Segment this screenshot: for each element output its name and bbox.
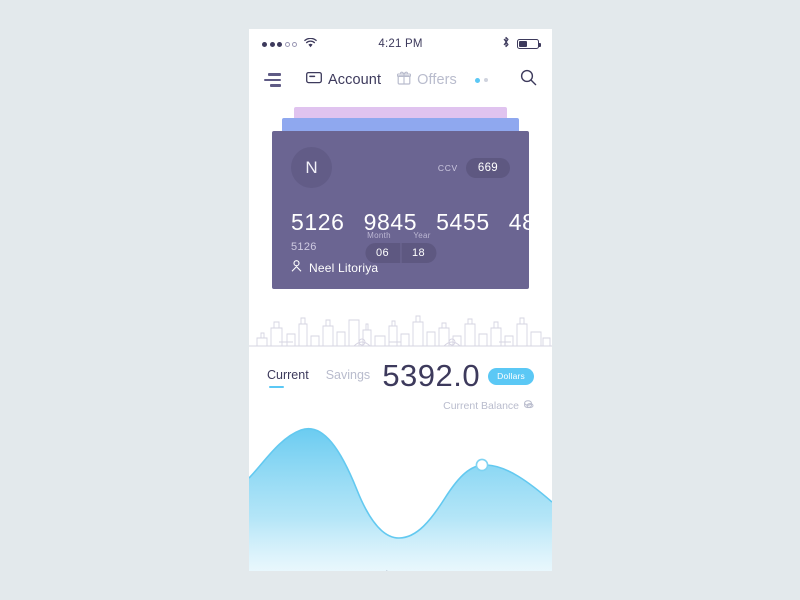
month-label-oct[interactable]: Oct	[503, 569, 519, 571]
nav-pager	[474, 77, 489, 83]
balance-caption-label: Current Balance	[443, 400, 519, 412]
balance-chart[interactable]: May Jun July Aug Sep Oct	[249, 416, 552, 571]
card-number-group-1: 5126	[291, 209, 345, 235]
card-icon	[306, 71, 322, 89]
chart-area-fill	[249, 428, 552, 571]
hamburger-menu-icon[interactable]	[264, 73, 281, 87]
balance-amount-row: 5392.0 Dollars	[382, 358, 534, 394]
card-stack: N CCV 669 5126 9845 5455 4897 5126 Month	[249, 107, 552, 307]
battery-icon	[517, 38, 542, 50]
person-icon	[291, 260, 302, 275]
expiry-labels: Month Year	[365, 231, 436, 240]
expiry-year-value: 18	[412, 247, 426, 259]
chart-month-axis: May Jun July Aug Sep Oct	[249, 569, 552, 571]
top-navigation-bar: Account Offers	[249, 59, 552, 101]
status-right	[502, 35, 542, 53]
chart-point-marker	[475, 458, 489, 472]
card-holder-name: Neel Litoriya	[309, 260, 379, 275]
nav-tabs: Account Offers	[306, 71, 489, 90]
ccv-label: CCV	[437, 162, 458, 173]
coins-icon	[523, 399, 534, 413]
tab-account-label: Account	[328, 72, 382, 88]
tab-offers[interactable]: Offers	[397, 71, 457, 90]
balance-display: 5392.0 Dollars Current Balance	[382, 358, 534, 413]
balance-section: Current Savings 5392.0 Dollars Current B…	[249, 352, 552, 416]
month-label-jun[interactable]: Jun	[313, 569, 361, 571]
balance-caption: Current Balance	[382, 399, 534, 413]
card-expiry: Month Year 06 18	[364, 231, 437, 263]
month-label-july[interactable]: July	[360, 569, 408, 571]
credit-card[interactable]: N CCV 669 5126 9845 5455 4897 5126 Month	[272, 131, 552, 289]
card-top-row: N CCV 669	[291, 147, 510, 188]
tab-current[interactable]: Current	[267, 368, 309, 388]
city-skyline-illustration	[249, 306, 552, 352]
card-number-group-4: 4897	[508, 209, 552, 235]
search-icon[interactable]	[520, 69, 537, 91]
tab-offers-label: Offers	[417, 72, 457, 88]
tab-account[interactable]: Account	[306, 71, 381, 89]
phone-screen: 4:21 PM Account Offers N CCV 669 5126 98…	[249, 29, 552, 571]
month-label-aug[interactable]: Aug	[408, 569, 456, 571]
status-bar: 4:21 PM	[249, 29, 552, 59]
card-holder: Neel Litoriya	[291, 260, 378, 275]
month-label-sep[interactable]: Sep	[455, 569, 503, 571]
month-label-may[interactable]: May	[265, 569, 313, 571]
tab-savings[interactable]: Savings	[326, 368, 370, 388]
expiry-month-label: Month	[367, 231, 391, 240]
balance-tabs: Current Savings	[267, 368, 370, 388]
avatar: N	[291, 147, 332, 188]
ccv-value: 669	[465, 157, 510, 178]
screenshot-stage: 4:21 PM Account Offers N CCV 669 5126 98…	[0, 0, 800, 600]
currency-badge: Dollars	[488, 367, 534, 385]
ccv-group: CCV 669	[437, 157, 510, 178]
gift-icon	[397, 71, 412, 90]
balance-amount: 5392.0	[382, 358, 481, 393]
card-number-group-3: 5455	[436, 209, 490, 235]
expiry-year-label: Year	[413, 231, 431, 240]
bluetooth-icon	[502, 35, 510, 53]
